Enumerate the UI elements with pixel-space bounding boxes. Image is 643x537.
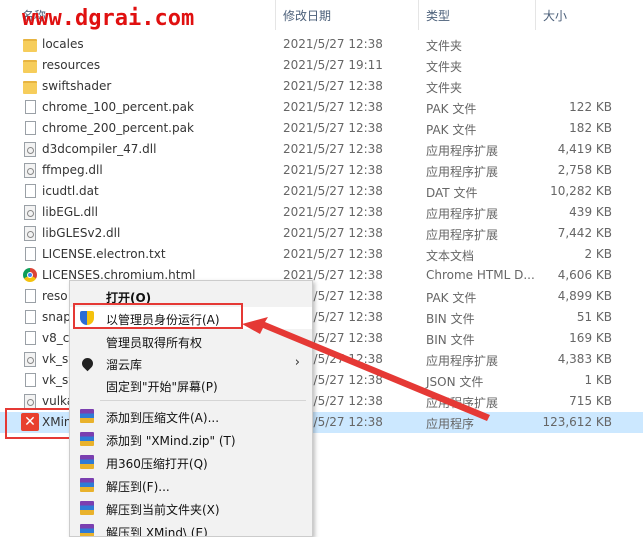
annotation-arrow-shape [242,317,490,421]
annotation-arrow [242,317,490,421]
